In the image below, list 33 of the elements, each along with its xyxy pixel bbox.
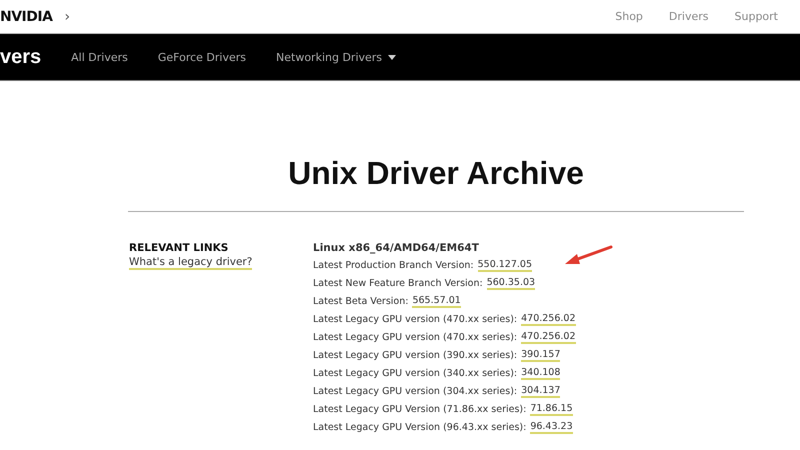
row-label: Latest Beta Version: <box>313 296 408 307</box>
version-link[interactable]: 390.157 <box>521 349 560 362</box>
version-link[interactable]: 470.256.02 <box>521 313 576 326</box>
top-link[interactable]: Drivers <box>668 10 709 23</box>
version-link[interactable]: 550.127.05 <box>478 259 532 272</box>
version-link[interactable]: 340.108 <box>521 367 560 380</box>
version-link[interactable]: 96.43.23 <box>530 421 573 434</box>
section-heading: Linux x86_64/AMD64/EM64T <box>313 242 480 254</box>
page-title: Unix Driver Archive <box>128 155 744 212</box>
version-link[interactable]: 71.86.15 <box>530 403 573 416</box>
logo[interactable]: NVIDIA <box>0 8 52 24</box>
legacy-link[interactable]: What's a legacy driver? <box>129 256 252 270</box>
row-label: Latest New Feature Branch Version: <box>313 278 483 289</box>
row-label: Latest Legacy GPU version (470.xx series): <box>313 314 518 325</box>
sidebar-heading: RELEVANT LINKS <box>129 242 228 254</box>
version-link[interactable]: 560.35.03 <box>486 277 536 290</box>
nav-title[interactable]: vers <box>0 46 42 68</box>
row-label: Latest Legacy GPU Version (71.86.xx series): <box>313 404 526 415</box>
row-label: Latest Legacy GPU Version (96.43.xx series): <box>313 422 526 433</box>
version-link[interactable]: 565.57.01 <box>412 295 461 308</box>
nav-link[interactable]: All Drivers <box>71 50 128 64</box>
top-link[interactable]: Support <box>734 10 778 23</box>
top-link[interactable]: Shop <box>615 10 643 23</box>
nav-link[interactable]: GeForce Drivers <box>158 50 246 64</box>
chevron-icon: › <box>64 8 70 24</box>
row-label: Latest Production Branch Version: <box>313 260 474 271</box>
nav-link[interactable]: Networking Drivers <box>276 50 396 64</box>
row-label: Latest Legacy GPU version (340.xx series): <box>313 368 518 379</box>
row-label: Latest Legacy GPU version (304.xx series): <box>313 386 518 397</box>
row-label: Latest Legacy GPU version (390.xx series): <box>313 350 518 361</box>
version-link[interactable]: 470.256.02 <box>521 331 576 344</box>
row-label: Latest Legacy GPU version (470.xx series): <box>313 332 518 343</box>
version-link[interactable]: 304.137 <box>521 385 560 398</box>
